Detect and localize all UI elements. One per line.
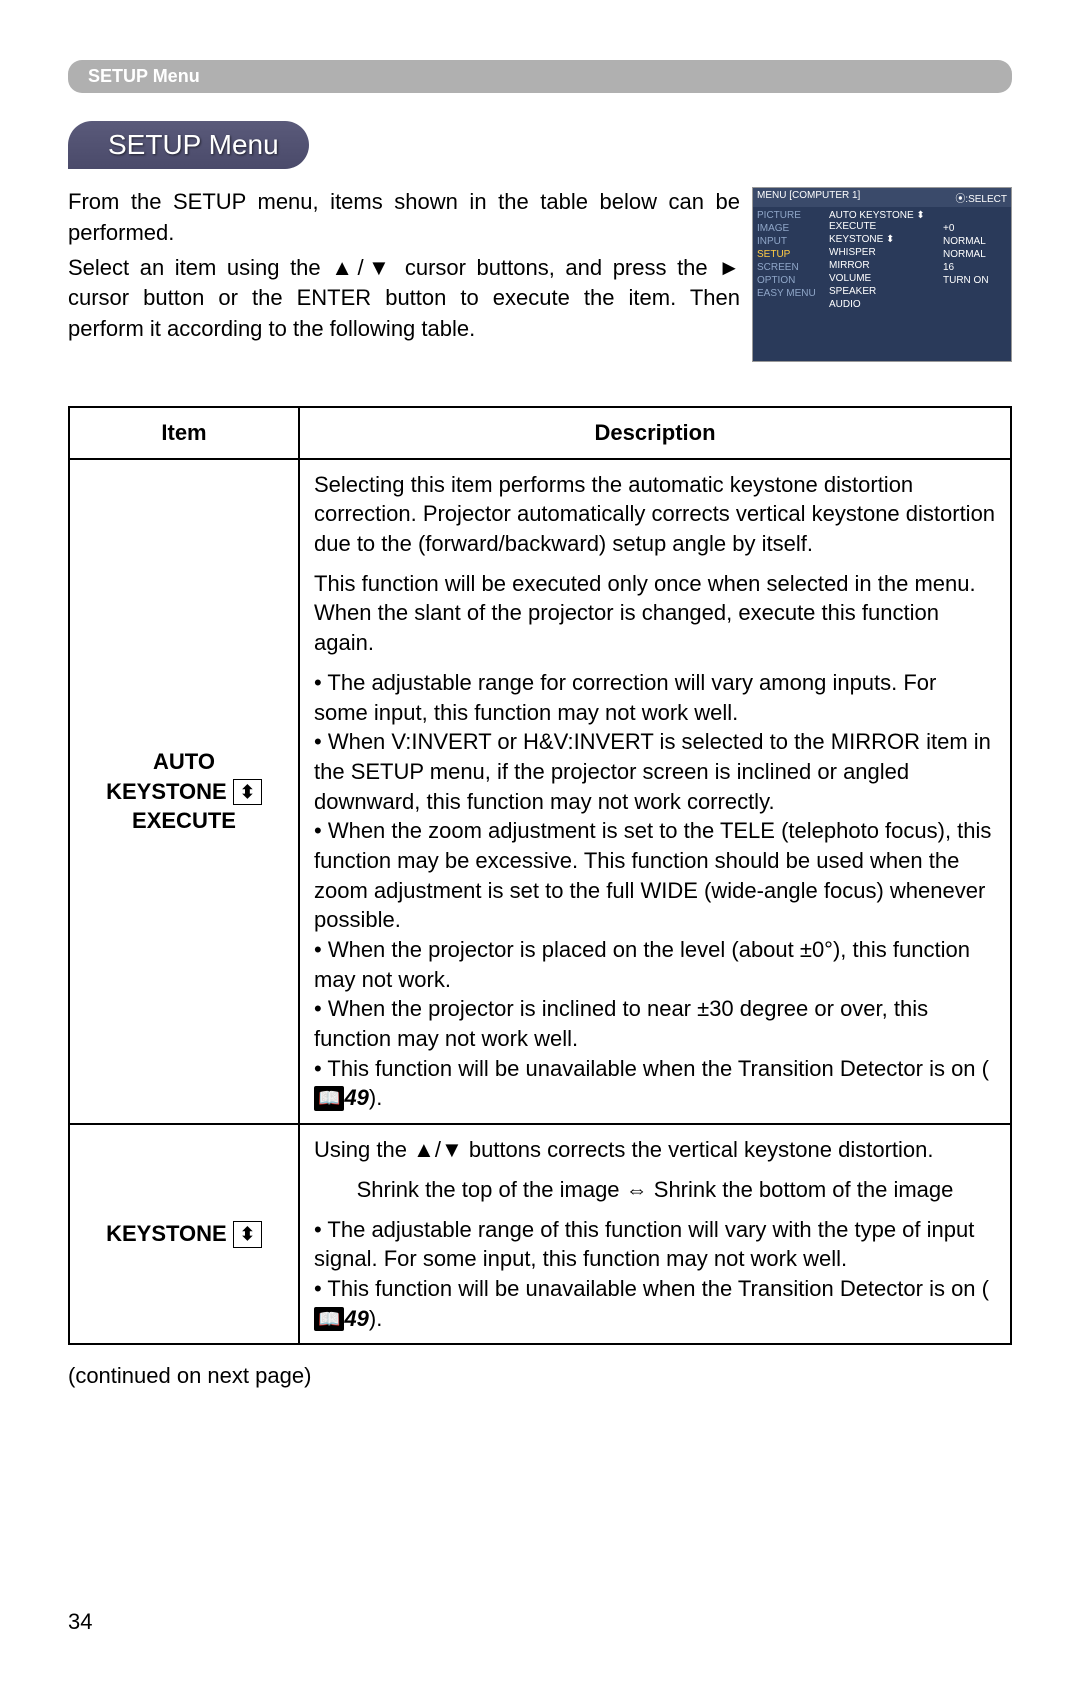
keystone-trapezoid-icon: ⬍	[233, 1221, 262, 1247]
keystone-trapezoid-icon: ⬍	[233, 779, 262, 805]
osd-left-col: PICTUREIMAGEINPUTSETUPSCREENOPTIONEASY M…	[753, 207, 825, 361]
intro-p1: From the SETUP menu, items shown in the …	[68, 187, 740, 249]
osd-header: MENU [COMPUTER 1] ⦿:SELECT	[753, 188, 1011, 207]
intro-p2: Select an item using the ▲/▼ cursor butt…	[68, 253, 740, 345]
intro-text: From the SETUP menu, items shown in the …	[68, 187, 740, 362]
intro-wrap: From the SETUP menu, items shown in the …	[68, 187, 1012, 362]
osd-mid-item: VOLUME	[829, 272, 935, 285]
osd-right-col: +0NORMALNORMAL16TURN ON	[939, 207, 1011, 361]
desc-paragraph: Using the ▲/▼ buttons corrects the verti…	[314, 1135, 996, 1165]
osd-mid-item: MIRROR	[829, 259, 935, 272]
item-cell: KEYSTONE ⬍	[69, 1124, 299, 1344]
osd-right-item: TURN ON	[943, 274, 1007, 287]
osd-left-item: INPUT	[757, 235, 821, 248]
table-row: KEYSTONE ⬍ Using the ▲/▼ buttons corrects…	[69, 1124, 1011, 1344]
section-title-pill: SETUP Menu	[68, 121, 309, 169]
osd-mid-item: WHISPER	[829, 246, 935, 259]
osd-body: PICTUREIMAGEINPUTSETUPSCREENOPTIONEASY M…	[753, 207, 1011, 361]
manual-ref-icon: 📖	[314, 1086, 344, 1110]
osd-left-item: OPTION	[757, 274, 821, 287]
osd-right-item: NORMAL	[943, 248, 1007, 261]
table-row: AUTO KEYSTONE ⬍ EXECUTE Selecting this item…	[69, 459, 1011, 1124]
item-label-line: EXECUTE	[132, 808, 236, 833]
osd-mid-item: AUDIO	[829, 298, 935, 311]
section-banner: SETUP Menu	[68, 60, 1012, 93]
osd-left-item: SETUP	[757, 248, 821, 261]
item-label-line: AUTO	[153, 749, 215, 774]
osd-right-item: +0	[943, 222, 1007, 235]
osd-left-item: IMAGE	[757, 222, 821, 235]
osd-header-left: MENU [COMPUTER 1]	[757, 190, 860, 205]
osd-mid-item: KEYSTONE ⬍	[829, 233, 935, 246]
th-item: Item	[69, 407, 299, 459]
item-cell: AUTO KEYSTONE ⬍ EXECUTE	[69, 459, 299, 1124]
desc-paragraph: • The adjustable range of this function …	[314, 1215, 996, 1334]
osd-right-item: NORMAL	[943, 235, 1007, 248]
osd-mid-item: SPEAKER	[829, 285, 935, 298]
osd-left-item: EASY MENU	[757, 287, 821, 300]
desc-cell: Selecting this item performs the automat…	[299, 459, 1011, 1124]
osd-mid-col: AUTO KEYSTONE ⬍ EXECUTEKEYSTONE ⬍WHISPER…	[825, 207, 939, 361]
desc-paragraph: Selecting this item performs the automat…	[314, 470, 996, 559]
osd-left-item: SCREEN	[757, 261, 821, 274]
setup-table: Item Description AUTO KEYSTONE ⬍ EXECUTE Se…	[68, 406, 1012, 1345]
osd-right-item	[943, 287, 1007, 300]
manual-ref-icon: 📖	[314, 1307, 344, 1331]
osd-right-item	[943, 209, 1007, 222]
desc-paragraph: • The adjustable range for correction wi…	[314, 668, 996, 1113]
page-number: 34	[68, 1609, 1012, 1635]
osd-menu-thumbnail: MENU [COMPUTER 1] ⦿:SELECT PICTUREIMAGEI…	[752, 187, 1012, 362]
desc-paragraph: This function will be executed only once…	[314, 569, 996, 658]
th-desc: Description	[299, 407, 1011, 459]
item-label-line: KEYSTONE	[106, 779, 227, 804]
item-label-line: KEYSTONE	[106, 1221, 227, 1246]
osd-left-item: PICTURE	[757, 209, 821, 222]
continued-note: (continued on next page)	[68, 1363, 1012, 1389]
osd-header-right: ⦿:SELECT	[955, 190, 1007, 205]
desc-cell: Using the ▲/▼ buttons corrects the verti…	[299, 1124, 1011, 1344]
osd-mid-item: AUTO KEYSTONE ⬍ EXECUTE	[829, 209, 935, 233]
osd-right-item: 16	[943, 261, 1007, 274]
desc-paragraph: Shrink the top of the image ⇔ Shrink the…	[314, 1175, 996, 1205]
